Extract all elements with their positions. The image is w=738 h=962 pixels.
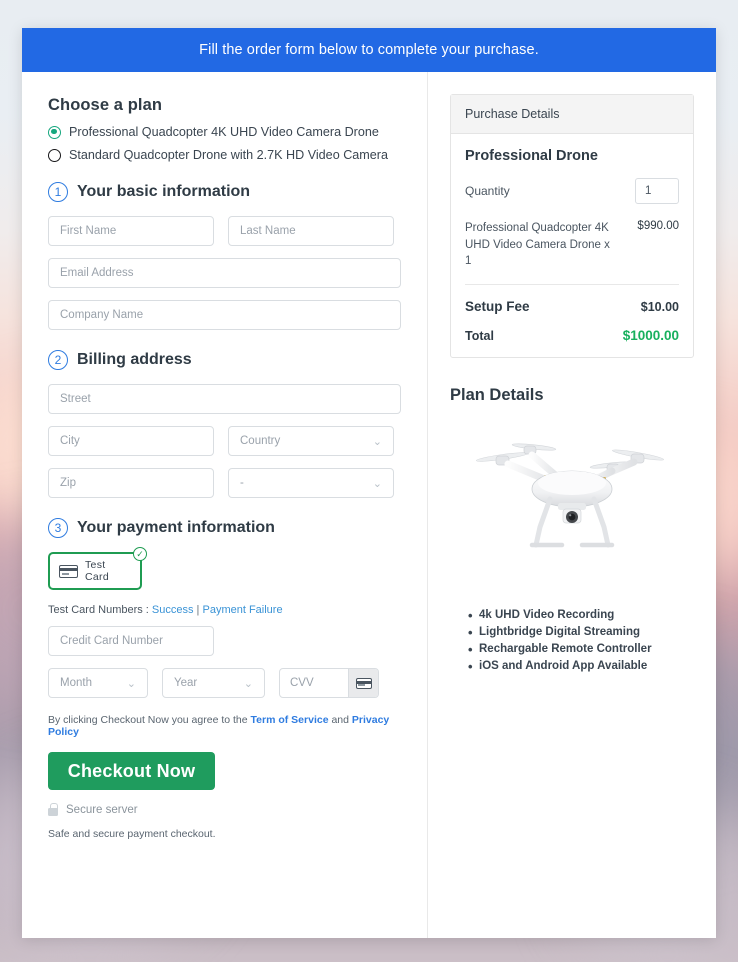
list-item: Rechargable Remote Controller	[468, 642, 694, 657]
year-select[interactable]: Year ⌄	[162, 668, 265, 698]
credit-card-number-input[interactable]: Credit Card Number	[48, 626, 214, 656]
drone-illustration	[475, 443, 664, 548]
last-name-input[interactable]: Last Name	[228, 216, 394, 246]
payment-method-test-card[interactable]: Test Card ✓	[48, 547, 147, 590]
step-1-title: Your basic information	[77, 183, 251, 200]
company-input[interactable]: Company Name	[48, 300, 401, 330]
zip-input[interactable]: Zip	[48, 468, 214, 498]
month-select-value: Month	[60, 677, 92, 689]
year-select-value: Year	[174, 677, 198, 689]
quantity-row: Quantity 1	[465, 178, 679, 204]
step-2-header: 2 Billing address	[48, 350, 401, 370]
email-row: Email Address	[48, 258, 401, 288]
banner: Fill the order form below to complete yo…	[22, 28, 716, 72]
city-input[interactable]: City	[48, 426, 214, 456]
check-badge-icon: ✓	[133, 547, 147, 561]
chevron-down-icon: ⌄	[372, 477, 382, 490]
state-select-value: -	[240, 477, 244, 489]
choose-plan-title: Choose a plan	[48, 96, 163, 114]
term-of-service-link[interactable]: Term of Service	[251, 714, 329, 726]
checkout-now-button[interactable]: Checkout Now	[48, 752, 215, 790]
checkout-card: Fill the order form below to complete yo…	[22, 28, 716, 938]
step-2-number: 2	[48, 350, 68, 370]
success-link[interactable]: Success	[152, 604, 194, 616]
lock-icon	[48, 803, 58, 816]
chevron-down-icon: ⌄	[243, 677, 253, 690]
credit-card-row: Credit Card Number	[48, 626, 401, 656]
total-label: Total	[465, 329, 494, 344]
city-country-row: City Country ⌄	[48, 426, 401, 456]
product-title: Professional Drone	[465, 148, 598, 164]
cvv-help-button[interactable]	[348, 669, 378, 697]
list-item: iOS and Android App Available	[468, 659, 694, 674]
expiry-cvv-row: Month ⌄ Year ⌄ CVV	[48, 668, 401, 698]
safe-checkout-text: Safe and secure payment checkout.	[48, 828, 216, 840]
purchase-details-panel: Purchase Details Professional Drone Quan…	[450, 94, 694, 359]
chevron-down-icon: ⌄	[372, 435, 382, 448]
divider	[465, 284, 679, 286]
step-3-header: 3 Your payment information	[48, 518, 401, 538]
cvv-field-group[interactable]: CVV	[279, 668, 379, 698]
street-row: Street	[48, 384, 401, 414]
payment-failure-link[interactable]: Payment Failure	[202, 604, 282, 616]
company-row: Company Name	[48, 300, 401, 330]
country-select-value: Country	[240, 435, 281, 447]
line-item-amount: $990.00	[637, 220, 679, 232]
quantity-label: Quantity	[465, 184, 510, 198]
test-card-numbers-label: Test Card Numbers :	[48, 604, 152, 616]
secure-server-label: Secure server	[66, 804, 138, 816]
email-input[interactable]: Email Address	[48, 258, 401, 288]
step-1-header: 1 Your basic information	[48, 182, 401, 202]
drone-image	[450, 411, 694, 591]
banner-text: Fill the order form below to complete yo…	[199, 42, 539, 58]
step-3-number: 3	[48, 518, 68, 538]
cvv-input[interactable]: CVV	[280, 669, 348, 697]
line-item-description: Professional Quadcopter 4K UHD Video Cam…	[465, 222, 610, 268]
plan-option-standard-label: Standard Quadcopter Drone with 2.7K HD V…	[69, 148, 388, 162]
test-card-numbers: Test Card Numbers : Success | Payment Fa…	[48, 604, 401, 616]
body-columns: Choose a plan Professional Quadcopter 4K…	[22, 72, 716, 938]
credit-card-icon	[355, 677, 372, 689]
step-1-number: 1	[48, 182, 68, 202]
summary-column: Purchase Details Professional Drone Quan…	[427, 72, 716, 938]
plan-option-professional[interactable]: Professional Quadcopter 4K UHD Video Cam…	[48, 125, 401, 139]
first-name-input[interactable]: First Name	[48, 216, 214, 246]
feature-list: 4k UHD Video Recording Lightbridge Digit…	[468, 608, 694, 674]
secure-server-row: Secure server	[48, 803, 401, 816]
terms-and: and	[328, 714, 352, 726]
chevron-down-icon: ⌄	[126, 677, 136, 690]
line-item-row: Professional Quadcopter 4K UHD Video Cam…	[465, 220, 679, 270]
purchase-details-header: Purchase Details	[451, 95, 693, 134]
radio-selected-icon[interactable]	[48, 125, 61, 139]
setup-fee-amount: $10.00	[640, 300, 679, 315]
list-item: Lightbridge Digital Streaming	[468, 625, 694, 640]
plan-details-title: Plan Details	[450, 386, 544, 405]
quantity-input[interactable]: 1	[635, 178, 679, 204]
purchase-details-body: Professional Drone Quantity 1 Profession…	[451, 134, 693, 357]
terms-prefix: By clicking Checkout Now you agree to th…	[48, 714, 251, 726]
radio-unselected-icon[interactable]	[48, 148, 61, 162]
total-row: Total $1000.00	[465, 328, 679, 343]
terms-text: By clicking Checkout Now you agree to th…	[48, 714, 401, 738]
month-select[interactable]: Month ⌄	[48, 668, 148, 698]
credit-card-icon	[59, 564, 78, 578]
state-select[interactable]: - ⌄	[228, 468, 394, 498]
plan-option-professional-label: Professional Quadcopter 4K UHD Video Cam…	[69, 125, 379, 139]
step-3-title: Your payment information	[77, 519, 275, 536]
plan-option-standard[interactable]: Standard Quadcopter Drone with 2.7K HD V…	[48, 148, 401, 162]
setup-fee-row: Setup Fee $10.00	[465, 299, 679, 314]
country-select[interactable]: Country ⌄	[228, 426, 394, 456]
name-row: First Name Last Name	[48, 216, 401, 246]
setup-fee-label: Setup Fee	[465, 299, 530, 315]
payment-method-label: Test Card	[85, 559, 109, 583]
zip-state-row: Zip - ⌄	[48, 468, 401, 498]
step-2-title: Billing address	[77, 351, 192, 368]
total-amount: $1000.00	[622, 328, 679, 344]
street-input[interactable]: Street	[48, 384, 401, 414]
list-item: 4k UHD Video Recording	[468, 608, 694, 623]
order-form-column: Choose a plan Professional Quadcopter 4K…	[22, 72, 427, 938]
